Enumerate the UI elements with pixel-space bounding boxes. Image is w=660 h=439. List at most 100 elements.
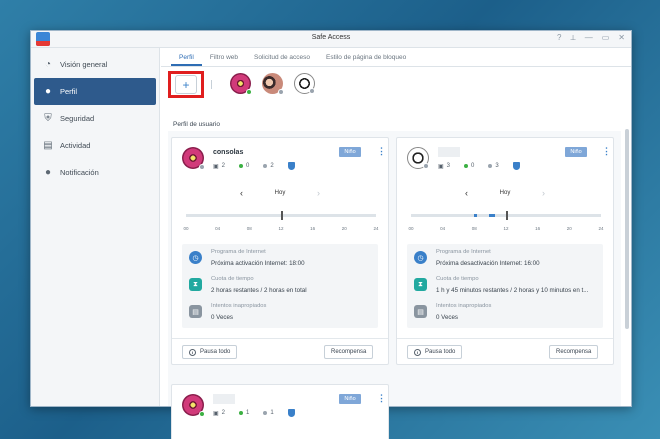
more-options-icon[interactable]: ⋮ [602, 147, 611, 156]
device-count: 2 [221, 163, 226, 169]
clock-icon: ◷ [189, 251, 202, 264]
day-label: Hoy [274, 190, 286, 196]
info-value: 2 horas restantes / 2 horas en total [211, 287, 307, 294]
button-label: Pausa todo [200, 349, 231, 355]
pause-icon: ‖ [414, 348, 421, 356]
profile-avatar-2[interactable] [262, 73, 284, 95]
sidebar: ◔ Visión general ● Perfil ⛨ Seguridad ▤ … [31, 48, 160, 406]
sidebar-item-security[interactable]: ⛨ Seguridad [34, 105, 156, 132]
profile-avatar-1[interactable] [230, 73, 252, 95]
sidebar-item-label: Perfil [60, 87, 78, 96]
online-count: 1 [246, 410, 250, 416]
tick-label: 24 [373, 226, 379, 231]
devices-icon: ▣ [213, 163, 219, 170]
tick-label: 24 [598, 226, 604, 231]
child-badge: Niño [565, 147, 587, 157]
tick-label: 00 [408, 226, 414, 231]
sidebar-item-label: Notificación [60, 168, 99, 177]
main-panel: Perfil Filtro web Solicitud de acceso Es… [161, 48, 631, 439]
add-profile-highlight: + [168, 71, 204, 98]
tick-label: 20 [341, 226, 347, 231]
reward-button[interactable]: Recompensa [549, 345, 599, 359]
tab-profile[interactable]: Perfil [171, 48, 202, 66]
info-title: Intentos inapropiados [211, 303, 267, 309]
profile-avatar-3[interactable] [294, 73, 315, 94]
chevron-right-icon[interactable]: › [317, 188, 320, 198]
info-value: Próxima activación Internet: 18:00 [211, 260, 305, 267]
sidebar-item-notification[interactable]: ● Notificación [34, 159, 156, 186]
tab-block-page-style[interactable]: Estilo de página de bloqueo [318, 48, 414, 66]
info-value: 1 h y 45 minutos restantes / 2 horas y 1… [436, 287, 589, 294]
devices-icon: ▣ [213, 410, 219, 417]
chevron-right-icon[interactable]: › [542, 188, 545, 198]
more-options-icon[interactable]: ⋮ [377, 147, 386, 156]
hourglass-icon: ⧗ [189, 278, 202, 291]
child-badge: Niño [339, 394, 361, 404]
device-count: 3 [446, 163, 451, 169]
info-title: Cuota de tiempo [211, 276, 254, 282]
dashboard-icon: ◔ [44, 59, 52, 70]
add-profile-button[interactable]: + [175, 75, 197, 94]
tick-label: 04 [440, 226, 446, 231]
reward-button[interactable]: Recompensa [324, 345, 374, 359]
tab-web-filter[interactable]: Filtro web [202, 48, 246, 66]
hourglass-icon: ⧗ [414, 278, 427, 291]
document-icon: ▤ [43, 140, 53, 151]
window-title: Safe Access [311, 34, 351, 41]
blocked-list-icon: ▤ [414, 305, 427, 318]
profile-info-panel: ◷ Programa de Internet Próxima activació… [182, 244, 378, 328]
tick-label: 00 [183, 226, 189, 231]
info-value: 0 Veces [211, 314, 234, 321]
pin-icon[interactable]: ⟂ [570, 33, 575, 43]
online-count: 0 [471, 163, 475, 169]
profile-card-2: ▣ 3 0 3 Niño ⋮ ‹ Hoy › 00 04 08 12 16 20… [396, 137, 614, 365]
sidebar-item-overview[interactable]: ◔ Visión general [34, 51, 156, 78]
online-dot-icon [239, 164, 244, 168]
online-dot-icon [464, 164, 469, 168]
sidebar-item-label: Actividad [60, 141, 91, 150]
window-controls: ? ⟂ — ▭ ✕ [557, 33, 625, 43]
chat-bubble-icon: ● [44, 167, 52, 178]
current-time-marker [281, 211, 283, 220]
pause-all-button[interactable]: ‖ Pausa todo [407, 345, 463, 359]
sidebar-item-label: Visión general [60, 60, 108, 69]
profile-name [438, 147, 460, 157]
offline-status-dot [423, 163, 429, 169]
blocked-list-icon: ▤ [189, 305, 202, 318]
shield-icon [287, 409, 295, 417]
more-options-icon[interactable]: ⋮ [377, 394, 386, 403]
title-bar: Safe Access ? ⟂ — ▭ ✕ [31, 31, 631, 48]
online-count: 0 [246, 163, 250, 169]
device-stats: ▣ 2 1 1 [213, 409, 295, 417]
offline-dot-icon [263, 411, 268, 415]
minimize-icon[interactable]: — [585, 33, 593, 43]
help-icon[interactable]: ? [557, 33, 561, 43]
device-stats: ▣ 3 0 3 [438, 162, 520, 170]
tick-label: 08 [246, 226, 252, 231]
info-title: Intentos inapropiados [436, 303, 492, 309]
maximize-icon[interactable]: ▭ [602, 33, 610, 43]
schedule-timeline [411, 211, 601, 223]
info-value: Próxima desactivación Internet: 16:00 [436, 260, 540, 267]
clock-icon: ◷ [414, 251, 427, 264]
online-dot-icon [239, 411, 244, 415]
profile-name [213, 394, 235, 404]
offline-count: 3 [495, 163, 499, 169]
pause-all-button[interactable]: ‖ Pausa todo [182, 345, 238, 359]
sidebar-item-profile[interactable]: ● Perfil [34, 78, 156, 105]
info-title: Cuota de tiempo [436, 276, 479, 282]
info-title: Programa de Internet [211, 249, 266, 255]
profile-bar: + [161, 67, 631, 99]
shield-icon [512, 162, 520, 170]
card-footer: ‖ Pausa todo Recompensa [172, 338, 388, 363]
scrollbar[interactable] [625, 129, 629, 329]
button-label: Pausa todo [425, 349, 456, 355]
tick-label: 16 [310, 226, 316, 231]
section-title: Perfil de usuario [173, 121, 220, 128]
tab-access-request[interactable]: Solicitud de acceso [246, 48, 318, 66]
sidebar-item-activity[interactable]: ▤ Actividad [34, 132, 156, 159]
card-footer: ‖ Pausa todo Recompensa [397, 338, 613, 363]
tick-label: 12 [503, 226, 509, 231]
online-status-dot [246, 89, 252, 95]
close-icon[interactable]: ✕ [618, 33, 625, 43]
